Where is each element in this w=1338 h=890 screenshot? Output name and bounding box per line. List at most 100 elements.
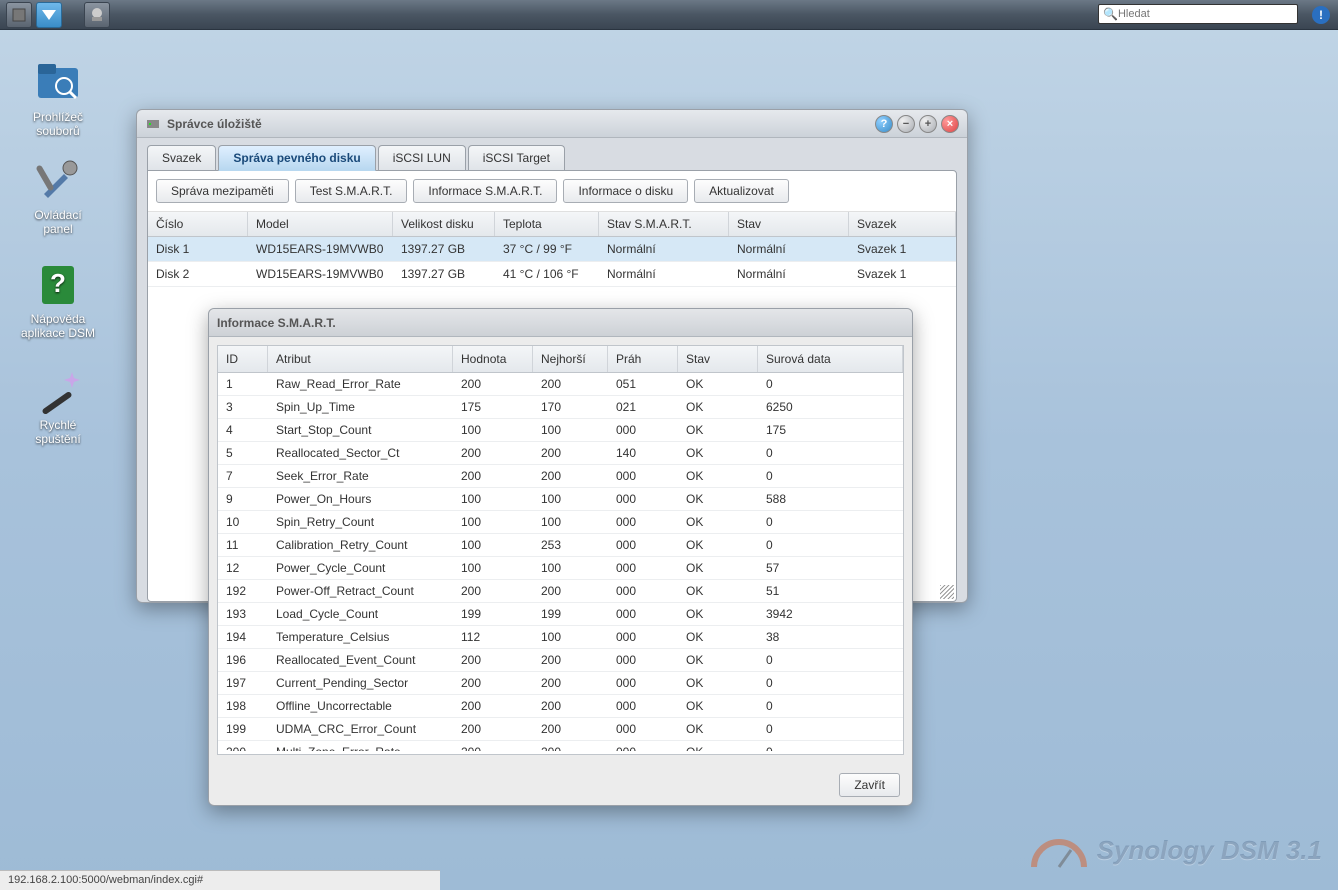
cell-th: 000 bbox=[608, 465, 678, 487]
info-icon[interactable]: ! bbox=[1312, 6, 1330, 24]
table-row[interactable]: 193Load_Cycle_Count199199000OK3942 bbox=[218, 603, 903, 626]
table-row[interactable]: 3Spin_Up_Time175170021OK6250 bbox=[218, 396, 903, 419]
smart-table-header: ID Atribut Hodnota Nejhorší Práh Stav Su… bbox=[218, 346, 903, 373]
tab-iscsi-lun[interactable]: iSCSI LUN bbox=[378, 145, 466, 171]
cell-raw: 588 bbox=[758, 488, 903, 510]
cell-attr: Raw_Read_Error_Rate bbox=[268, 373, 453, 395]
col-attribute[interactable]: Atribut bbox=[268, 346, 453, 372]
global-search[interactable]: 🔍 bbox=[1098, 4, 1298, 24]
cell-val: 100 bbox=[453, 557, 533, 579]
cell-stat: OK bbox=[678, 396, 758, 418]
storage-icon bbox=[145, 116, 161, 132]
resize-handle[interactable] bbox=[940, 585, 954, 599]
tab-iscsi-target[interactable]: iSCSI Target bbox=[468, 145, 565, 171]
cache-mgmt-button[interactable]: Správa mezipaměti bbox=[156, 179, 289, 203]
cell-val: 200 bbox=[453, 718, 533, 740]
cell-stat: OK bbox=[678, 373, 758, 395]
col-model[interactable]: Model bbox=[248, 212, 393, 236]
table-row[interactable]: 7Seek_Error_Rate200200000OK0 bbox=[218, 465, 903, 488]
cell-id: 5 bbox=[218, 442, 268, 464]
col-smart[interactable]: Stav S.M.A.R.T. bbox=[599, 212, 729, 236]
table-row[interactable]: 11Calibration_Retry_Count100253000OK0 bbox=[218, 534, 903, 557]
disk-info-button[interactable]: Informace o disku bbox=[563, 179, 688, 203]
table-row[interactable]: 197Current_Pending_Sector200200000OK0 bbox=[218, 672, 903, 695]
cell-val: 199 bbox=[453, 603, 533, 625]
col-volume[interactable]: Svazek bbox=[849, 212, 956, 236]
cell-raw: 0 bbox=[758, 649, 903, 671]
cell-attr: Temperature_Celsius bbox=[268, 626, 453, 648]
window-titlebar[interactable]: Správce úložiště ? − + × bbox=[137, 110, 967, 138]
cell-attr: Spin_Up_Time bbox=[268, 396, 453, 418]
search-input[interactable] bbox=[1118, 8, 1293, 20]
table-row[interactable]: 12Power_Cycle_Count100100000OK57 bbox=[218, 557, 903, 580]
table-row[interactable]: 200Multi_Zone_Error_Rate200200000OK0 bbox=[218, 741, 903, 751]
cell-th: 140 bbox=[608, 442, 678, 464]
cell-th: 051 bbox=[608, 373, 678, 395]
table-row[interactable]: 196Reallocated_Event_Count200200000OK0 bbox=[218, 649, 903, 672]
tab-volume[interactable]: Svazek bbox=[147, 145, 216, 171]
taskbar-main-menu[interactable] bbox=[36, 2, 62, 28]
taskbar-pilot-icon[interactable] bbox=[84, 2, 110, 28]
cell-val: 100 bbox=[453, 511, 533, 533]
cell-val: 112 bbox=[453, 626, 533, 648]
help-button[interactable]: ? bbox=[875, 115, 893, 133]
table-row[interactable]: 194Temperature_Celsius112100000OK38 bbox=[218, 626, 903, 649]
table-row[interactable]: 1Raw_Read_Error_Rate200200051OK0 bbox=[218, 373, 903, 396]
svg-text:?: ? bbox=[50, 268, 66, 298]
cell-raw: 0 bbox=[758, 718, 903, 740]
dialog-titlebar[interactable]: Informace S.M.A.R.T. bbox=[209, 309, 912, 337]
tab-hdd-manage[interactable]: Správa pevného disku bbox=[218, 145, 375, 171]
smart-info-button[interactable]: Informace S.M.A.R.T. bbox=[413, 179, 557, 203]
cell-smart: Normální bbox=[599, 237, 729, 261]
cell-val: 100 bbox=[453, 419, 533, 441]
refresh-button[interactable]: Aktualizovat bbox=[694, 179, 789, 203]
desktop-icon-control-panel[interactable]: Ovládací panel bbox=[18, 156, 98, 236]
col-raw[interactable]: Surová data bbox=[758, 346, 903, 372]
cell-raw: 6250 bbox=[758, 396, 903, 418]
minimize-button[interactable]: − bbox=[897, 115, 915, 133]
desktop-icon-help[interactable]: ? Nápověda aplikace DSM bbox=[18, 260, 98, 340]
cell-worst: 200 bbox=[533, 695, 608, 717]
col-status[interactable]: Stav bbox=[678, 346, 758, 372]
desktop-icon-quickstart[interactable]: Rychlé spuštění bbox=[18, 366, 98, 446]
cell-th: 000 bbox=[608, 488, 678, 510]
col-size[interactable]: Velikost disku bbox=[393, 212, 495, 236]
table-row[interactable]: Disk 2WD15EARS-19MVWB01397.27 GB41 °C / … bbox=[148, 262, 956, 287]
desktop-icon-file-browser[interactable]: Prohlížeč souborů bbox=[18, 58, 98, 138]
taskbar-show-desktop[interactable] bbox=[6, 2, 32, 28]
tools-icon bbox=[34, 156, 82, 204]
col-status[interactable]: Stav bbox=[729, 212, 849, 236]
col-temp[interactable]: Teplota bbox=[495, 212, 599, 236]
close-dialog-button[interactable]: Zavřít bbox=[839, 773, 900, 797]
col-worst[interactable]: Nejhorší bbox=[533, 346, 608, 372]
tabs: Svazek Správa pevného disku iSCSI LUN iS… bbox=[137, 138, 967, 170]
table-row[interactable]: 4Start_Stop_Count100100000OK175 bbox=[218, 419, 903, 442]
maximize-button[interactable]: + bbox=[919, 115, 937, 133]
cell-worst: 200 bbox=[533, 373, 608, 395]
cell-attr: Spin_Retry_Count bbox=[268, 511, 453, 533]
test-smart-button[interactable]: Test S.M.A.R.T. bbox=[295, 179, 408, 203]
cell-attr: Start_Stop_Count bbox=[268, 419, 453, 441]
table-row[interactable]: 192Power-Off_Retract_Count200200000OK51 bbox=[218, 580, 903, 603]
table-row[interactable]: 199UDMA_CRC_Error_Count200200000OK0 bbox=[218, 718, 903, 741]
cell-raw: 3942 bbox=[758, 603, 903, 625]
col-number[interactable]: Číslo bbox=[148, 212, 248, 236]
cell-raw: 0 bbox=[758, 534, 903, 556]
col-value[interactable]: Hodnota bbox=[453, 346, 533, 372]
cell-raw: 175 bbox=[758, 419, 903, 441]
table-row[interactable]: 9Power_On_Hours100100000OK588 bbox=[218, 488, 903, 511]
toolbar: Správa mezipaměti Test S.M.A.R.T. Inform… bbox=[148, 171, 956, 212]
table-row[interactable]: Disk 1WD15EARS-19MVWB01397.27 GB37 °C / … bbox=[148, 237, 956, 262]
cell-worst: 200 bbox=[533, 718, 608, 740]
cell-id: 192 bbox=[218, 580, 268, 602]
col-id[interactable]: ID bbox=[218, 346, 268, 372]
table-row[interactable]: 198Offline_Uncorrectable200200000OK0 bbox=[218, 695, 903, 718]
cell-val: 200 bbox=[453, 373, 533, 395]
col-threshold[interactable]: Práh bbox=[608, 346, 678, 372]
close-button[interactable]: × bbox=[941, 115, 959, 133]
cell-number: Disk 2 bbox=[148, 262, 248, 286]
cell-stat: OK bbox=[678, 557, 758, 579]
disk-table-header: Číslo Model Velikost disku Teplota Stav … bbox=[148, 212, 956, 237]
table-row[interactable]: 5Reallocated_Sector_Ct200200140OK0 bbox=[218, 442, 903, 465]
table-row[interactable]: 10Spin_Retry_Count100100000OK0 bbox=[218, 511, 903, 534]
